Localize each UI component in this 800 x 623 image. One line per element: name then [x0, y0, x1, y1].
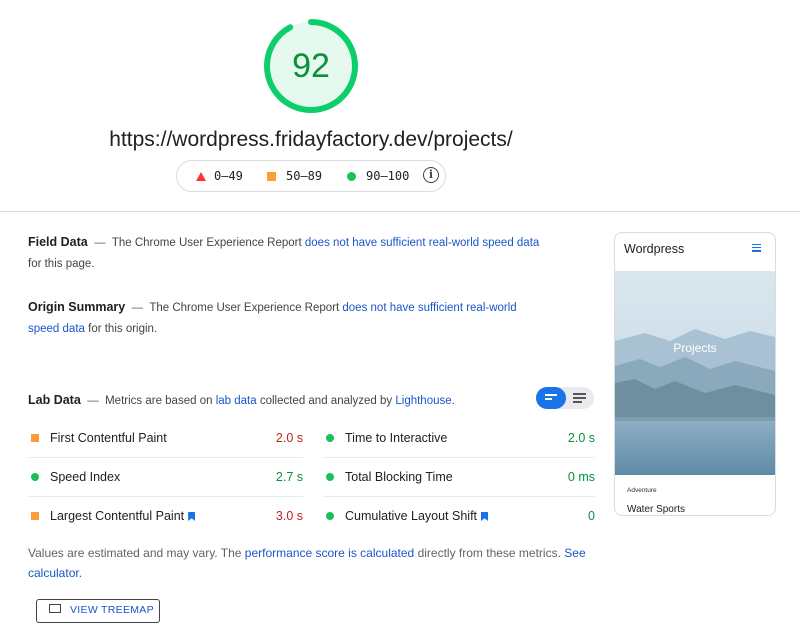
preview-post-title: Water Sports: [627, 504, 685, 515]
score-legend: 0–49 50–89 90–100 i: [176, 160, 446, 192]
metric-name: Total Blocking Time: [345, 470, 453, 484]
metric-value: 2.0 s: [567, 431, 595, 445]
legend-item-average: 50–89: [267, 161, 322, 191]
square-icon: [31, 512, 39, 520]
field-data-title: Field Data: [28, 235, 88, 249]
lab-data-text-mid: collected and analyzed by: [259, 395, 393, 407]
square-icon: [31, 434, 39, 442]
metric-view-toggle[interactable]: [536, 387, 594, 409]
list-view-icon[interactable]: [536, 387, 566, 409]
circle-icon: [347, 171, 356, 181]
preview-site-title: Wordpress: [624, 242, 685, 256]
metric-name: Largest Contentful Paint: [50, 509, 196, 523]
footnote-text: Values are estimated and may vary. The: [28, 546, 242, 560]
detailed-view-icon[interactable]: [566, 387, 594, 409]
metric-name-text: Cumulative Layout Shift: [345, 509, 478, 523]
page-screenshot-preview: Wordpress Projects Adventure Water Sport…: [614, 232, 776, 516]
metric-name: Cumulative Layout Shift: [345, 509, 489, 523]
view-treemap-label: VIEW TREEMAP: [70, 604, 154, 616]
lab-data-title: Lab Data: [28, 393, 81, 407]
legend-range: 90–100: [366, 169, 410, 183]
menu-icon: [752, 244, 761, 254]
preview-hero-title: Projects: [673, 341, 717, 355]
circle-icon: [31, 473, 39, 481]
metric-value: 0: [588, 509, 595, 523]
metrics-footnote: Values are estimated and may vary. The p…: [28, 543, 588, 583]
metric-row: Largest Contentful Paint 3.0 s: [28, 496, 303, 535]
section-divider: [0, 211, 800, 212]
metric-value: 2.7 s: [275, 470, 303, 484]
square-icon: [267, 171, 276, 181]
score-calculation-link[interactable]: performance score is calculated: [245, 546, 414, 560]
lab-data-header: Lab Data — Metrics are based on lab data…: [28, 390, 548, 412]
treemap-icon: [49, 604, 61, 613]
metric-name: First Contentful Paint: [50, 431, 167, 445]
circle-icon: [326, 434, 334, 442]
field-data-link[interactable]: does not have sufficient real-world spee…: [305, 237, 539, 249]
separator-dash: —: [128, 302, 147, 314]
metric-row: Cumulative Layout Shift 0: [323, 496, 595, 535]
lab-data-text-end: .: [451, 395, 455, 407]
circle-icon: [326, 473, 334, 481]
legend-item-fail: 0–49: [196, 161, 243, 191]
performance-score: 92: [292, 47, 330, 85]
footnote-text-mid: directly from these metrics.: [417, 546, 561, 560]
metric-name: Speed Index: [50, 470, 121, 484]
metric-row: First Contentful Paint 2.0 s: [28, 419, 303, 457]
legend-item-pass: 90–100: [347, 161, 409, 191]
legend-range: 0–49: [214, 169, 243, 183]
preview-hero-image: [615, 271, 775, 475]
preview-post-category: Adventure: [627, 487, 657, 494]
bookmark-icon[interactable]: [188, 512, 196, 521]
triangle-icon: [196, 171, 206, 181]
lab-data-text: Metrics are based on: [105, 395, 213, 407]
metric-name-text: Largest Contentful Paint: [50, 509, 185, 523]
info-icon[interactable]: i: [423, 167, 439, 183]
separator-dash: —: [84, 395, 102, 407]
circle-icon: [326, 512, 334, 520]
field-data-text: The Chrome User Experience Report: [111, 237, 302, 249]
metric-value: 0 ms: [567, 470, 595, 484]
lighthouse-link[interactable]: Lighthouse: [395, 395, 451, 407]
origin-summary-section: Origin Summary — The Chrome User Experie…: [28, 297, 548, 340]
metric-value: 3.0 s: [275, 509, 303, 523]
view-treemap-button[interactable]: VIEW TREEMAP: [36, 599, 160, 623]
field-data-section: Field Data — The Chrome User Experience …: [28, 232, 548, 275]
metric-row: Total Blocking Time 0 ms: [323, 457, 595, 496]
metric-name: Time to Interactive: [345, 431, 448, 445]
page-url: https://wordpress.fridayfactory.dev/proj…: [109, 128, 513, 151]
origin-summary-text-end: for this origin.: [88, 323, 158, 335]
legend-range: 50–89: [286, 169, 323, 183]
metric-row: Speed Index 2.7 s: [28, 457, 303, 496]
lab-data-link[interactable]: lab data: [216, 395, 257, 407]
field-data-text-end: for this page.: [28, 258, 95, 270]
origin-summary-title: Origin Summary: [28, 300, 126, 314]
metric-row: Time to Interactive 2.0 s: [323, 419, 595, 457]
separator-dash: —: [90, 237, 109, 249]
origin-summary-text: The Chrome User Experience Report: [149, 302, 340, 314]
bookmark-icon[interactable]: [481, 512, 489, 521]
metric-value: 2.0 s: [275, 431, 303, 445]
